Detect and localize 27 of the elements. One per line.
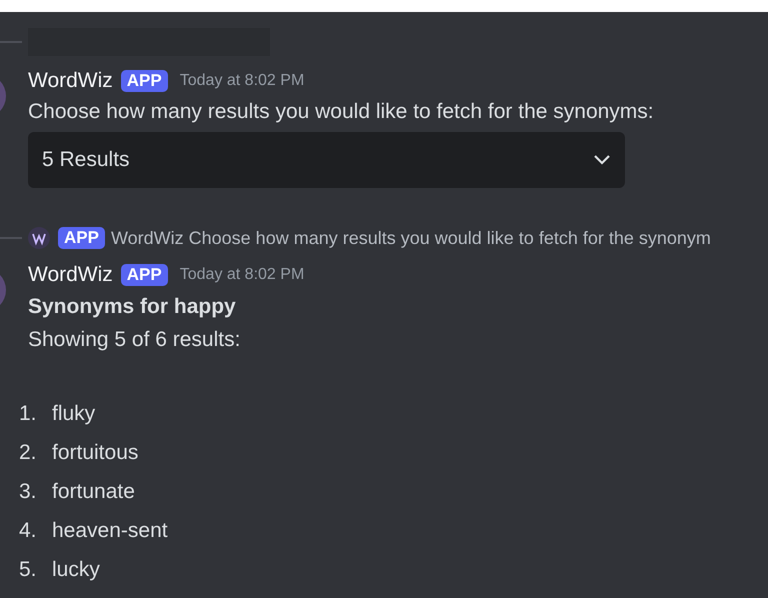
synonym-text: fluky: [52, 400, 96, 427]
author-name[interactable]: WordWiz: [28, 65, 113, 97]
reply-author[interactable]: WordWiz: [110, 224, 184, 252]
summary-text: Showing 5 of 6 results:: [28, 327, 242, 353]
chevron-down-icon: [593, 154, 611, 166]
reply-preview[interactable]: Choose how many results you would like to fetch for the synonym: [188, 224, 711, 252]
timestamp: Today at 8:02 PM: [180, 265, 304, 285]
list-number: 1.: [18, 400, 38, 427]
synonym-text: heaven-sent: [52, 518, 168, 544]
message-text: Choose how many results you would like to fetch for the synonyms:: [28, 99, 655, 125]
list-number: 2.: [18, 440, 38, 466]
list-number: 3.: [18, 478, 38, 505]
app-badge: APP: [120, 70, 168, 92]
app-badge: APP: [58, 227, 105, 249]
synonym-text: fortunate: [52, 478, 135, 505]
list-number: 5.: [18, 556, 38, 583]
timestamp: Today at 8:02 PM: [180, 71, 304, 91]
results-select[interactable]: 5 Results: [28, 132, 625, 188]
reply-spine: [0, 237, 22, 239]
embed-title: Synonyms for happy: [28, 294, 237, 320]
list-number: 4.: [18, 518, 38, 544]
bot-avatar-icon: [28, 227, 50, 249]
synonym-text: lucky: [52, 556, 100, 583]
author-name[interactable]: WordWiz: [28, 259, 113, 291]
app-badge: APP: [120, 264, 168, 286]
reply-spine: [0, 41, 22, 43]
synonym-text: fortuitous: [52, 440, 138, 466]
